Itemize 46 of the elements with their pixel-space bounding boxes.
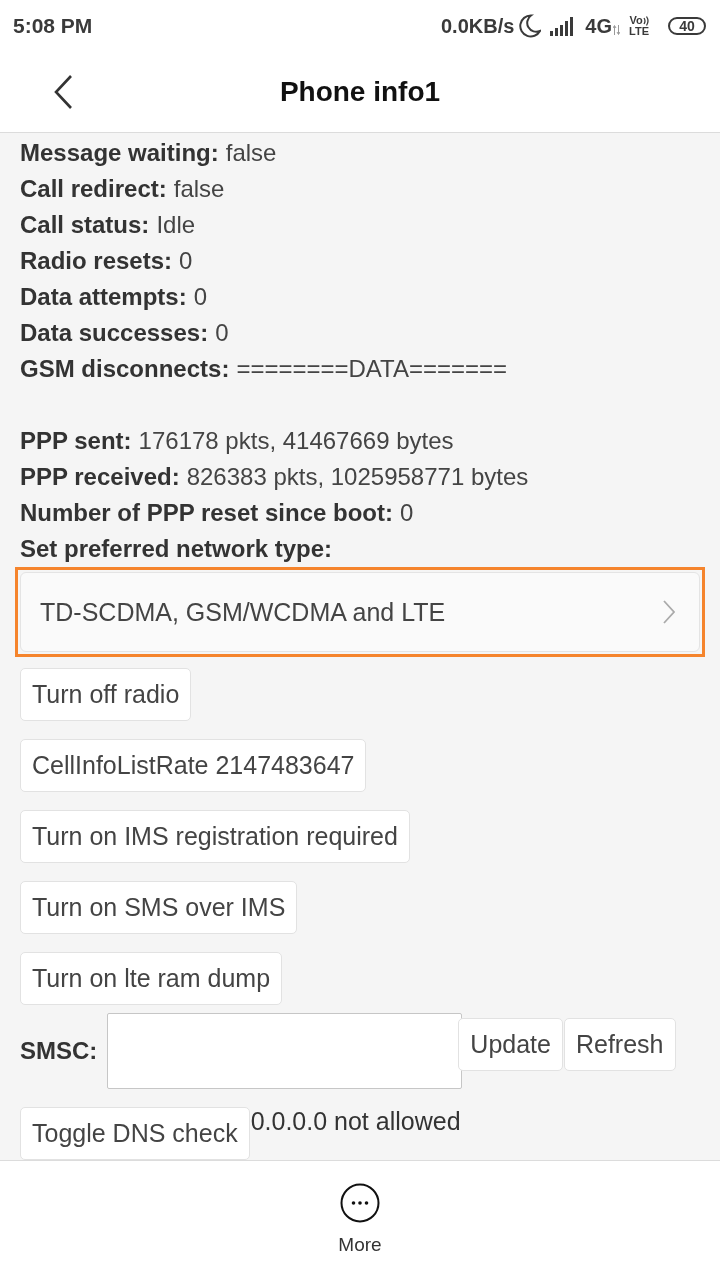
info-value: false [225, 138, 277, 168]
network-speed: 0.0KB/s [440, 14, 515, 38]
network-type-label: 4G [585, 14, 613, 38]
info-label: PPP sent: [20, 426, 132, 456]
action-button[interactable]: Turn on SMS over IMS [20, 881, 298, 934]
section-label: Set preferred network type: [20, 534, 333, 564]
smsc-label: SMSC: [20, 1037, 98, 1065]
page-title: Phone info1 [279, 76, 441, 108]
info-label: Message waiting: [20, 138, 219, 168]
info-value: Idle [156, 210, 196, 240]
chevron-right-icon [663, 600, 675, 624]
info-label: Number of PPP reset since boot: [20, 498, 393, 528]
info-label: Call redirect: [20, 174, 167, 204]
more-icon [340, 1183, 380, 1223]
refresh-button[interactable]: Refresh [563, 1017, 676, 1071]
info-value: 0 [193, 282, 208, 312]
action-button[interactable]: CellInfoListRate 2147483647 [20, 739, 367, 792]
more-button[interactable]: More [330, 1161, 390, 1280]
toggle-dns-button[interactable]: Toggle DNS check [20, 1107, 250, 1160]
info-label: GSM disconnects: [20, 354, 230, 384]
info-value: 176178 pkts, 41467669 bytes [138, 426, 454, 456]
volte-label: LTE [629, 26, 649, 37]
battery-indicator: 40 [668, 17, 706, 35]
moon-icon [519, 14, 542, 38]
info-label: PPP received: [20, 462, 180, 492]
info-value: 0 [179, 246, 193, 276]
wave-icon [642, 15, 649, 26]
action-button[interactable]: Turn off radio [20, 668, 192, 721]
info-value: false [173, 174, 225, 204]
clock-time: 5:08 PM [13, 14, 93, 38]
dns-status-text: 0.0.0.0 not allowed [250, 1107, 461, 1136]
info-value: ========DATA======= [236, 354, 508, 384]
network-type-dropdown[interactable]: TD-SCDMA, GSM/WCDMA and LTE [20, 572, 700, 652]
info-label: Data attempts: [20, 282, 187, 312]
info-label: Data successes: [20, 318, 209, 348]
data-arrows-icon [613, 25, 621, 35]
info-label: Radio resets: [20, 246, 173, 276]
action-button[interactable]: Turn on lte ram dump [20, 952, 283, 1005]
chevron-left-icon [53, 75, 73, 109]
volte-label: Vo [629, 15, 643, 26]
smsc-input-field[interactable] [107, 1013, 463, 1089]
info-value: 0 [215, 318, 229, 348]
info-value: 826383 pkts, 1025958771 bytes [186, 462, 529, 492]
info-value: 0 [400, 498, 414, 528]
action-button[interactable]: Turn on IMS registration required [20, 810, 410, 863]
info-label: Call status: [20, 210, 150, 240]
